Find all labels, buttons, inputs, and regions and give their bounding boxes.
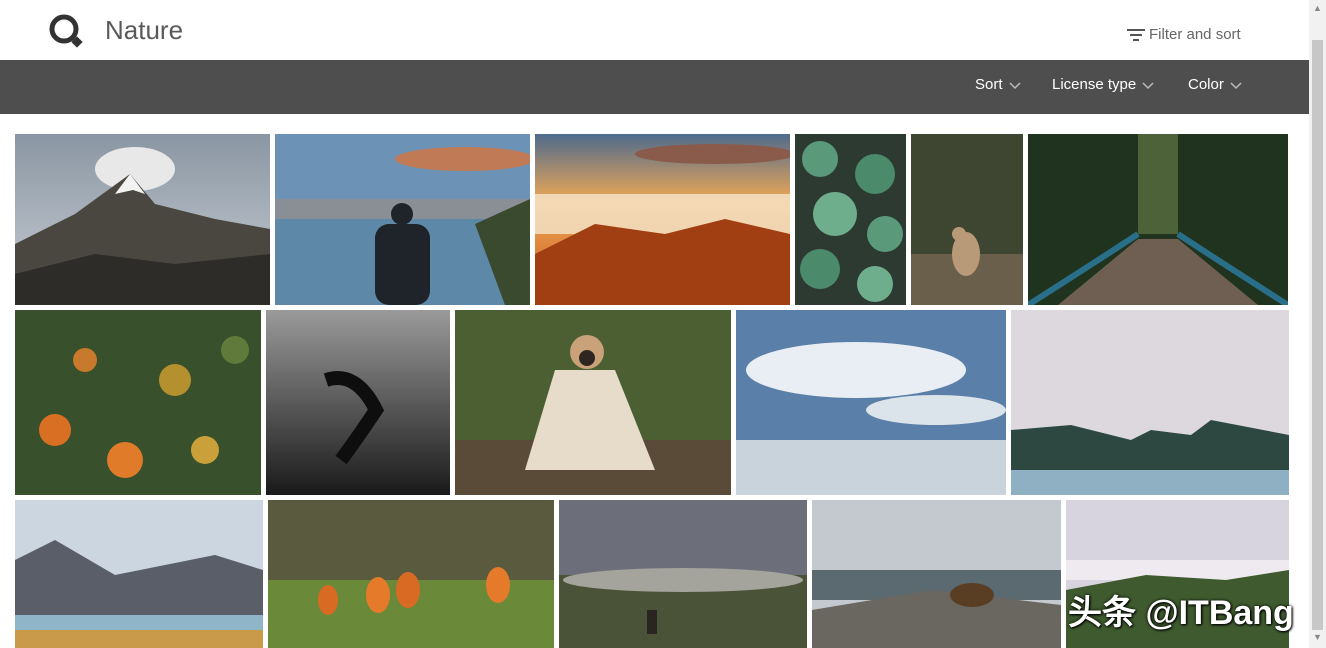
photo-sunset-clouds[interactable] (535, 134, 790, 305)
scrollbar-thumb[interactable] (1312, 40, 1323, 630)
header: Nature Filter and sort (0, 0, 1309, 60)
photo-bear-on-rocks[interactable] (812, 500, 1061, 648)
watermark-text: 头条 @ITBang (1068, 594, 1294, 632)
photo-aerial-forest[interactable] (15, 310, 261, 495)
sort-dropdown[interactable]: Sort (975, 76, 1021, 93)
chevron-down-icon (1230, 81, 1242, 89)
photo-gallery (0, 114, 1309, 648)
photo-foggy-lake[interactable] (1011, 310, 1289, 495)
brand-logo-icon[interactable] (48, 13, 84, 49)
filter-sort-button[interactable]: Filter and sort (1126, 26, 1241, 43)
page-title: Nature (105, 15, 184, 45)
photo-mountain-peak[interactable] (15, 134, 270, 305)
chevron-down-icon (1142, 81, 1154, 89)
filter-icon (1127, 28, 1145, 41)
photo-forest-bridge[interactable] (1028, 134, 1288, 305)
photo-pug-in-blanket[interactable] (455, 310, 731, 495)
photo-underwater-diver[interactable] (266, 310, 450, 495)
photo-tulips[interactable] (268, 500, 554, 648)
scroll-down-icon[interactable]: ▼ (1313, 632, 1322, 642)
sort-label: Sort (975, 76, 1003, 93)
photo-man-at-lake[interactable] (275, 134, 530, 305)
license-type-dropdown[interactable]: License type (1052, 76, 1154, 93)
photo-mountain-lake[interactable] (15, 500, 263, 648)
photo-deer[interactable] (911, 134, 1023, 305)
license-type-label: License type (1052, 76, 1137, 93)
color-dropdown[interactable]: Color (1188, 76, 1242, 93)
photo-cloudy-sky-lake[interactable] (736, 310, 1006, 495)
photo-hiker-on-cliff[interactable] (559, 500, 807, 648)
chevron-down-icon (1008, 81, 1021, 89)
page-scrollbar[interactable]: ▲ ▼ (1309, 0, 1326, 648)
scroll-up-icon[interactable]: ▲ (1313, 3, 1322, 13)
filter-sort-label: Filter and sort (1149, 26, 1241, 43)
filter-toolbar: Sort License type Color (0, 60, 1309, 114)
photo-succulents[interactable] (795, 134, 906, 305)
color-label: Color (1188, 76, 1224, 93)
